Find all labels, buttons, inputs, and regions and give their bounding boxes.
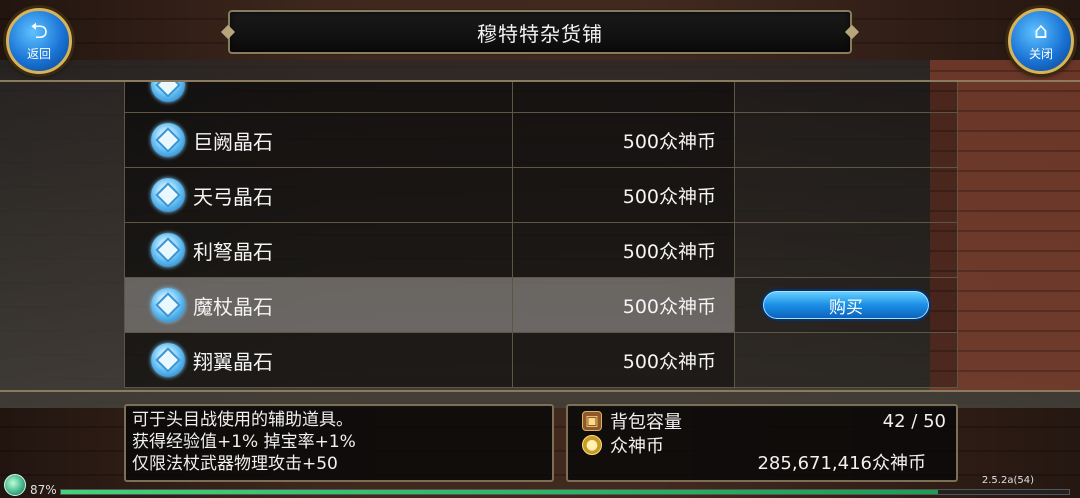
item-name: 翔翼晶石 <box>193 349 273 374</box>
item-action-cell: 购买 <box>734 278 958 332</box>
experience-bar-fill <box>61 490 938 494</box>
crystal-icon <box>151 178 185 212</box>
item-name: 利弩晶石 <box>193 239 273 264</box>
close-button[interactable]: ⌂ 关闭 <box>1008 8 1074 74</box>
item-name: 巨阙晶石 <box>193 129 273 154</box>
battery-orb-icon <box>4 474 26 496</box>
inventory-panel: ▣ 背包容量 42 / 50 ● 众神币 285,671,416众神币 <box>566 404 958 482</box>
item-name-cell: 利弩晶石 <box>124 223 512 277</box>
bag-capacity-label: 背包容量 <box>610 412 682 433</box>
bag-capacity-row: ▣ 背包容量 42 / 50 <box>582 409 946 433</box>
description-line: 可于头目战使用的辅助道具。 <box>132 410 353 430</box>
item-price-cell <box>512 82 734 112</box>
battery-percent: 87% <box>30 483 57 497</box>
item-name: 天弓晶石 <box>193 184 273 209</box>
close-button-label: 关闭 <box>1028 46 1053 61</box>
crystal-icon <box>151 288 185 322</box>
item-price: 500众神币 <box>622 185 716 208</box>
item-name-cell: 巨阙晶石 <box>124 113 512 167</box>
item-price-cell: 500众神币 <box>512 223 734 277</box>
home-icon: ⌂ <box>1034 18 1048 44</box>
item-name-cell: 魔杖晶石 <box>124 278 512 332</box>
item-action-cell <box>734 223 958 277</box>
return-arrow-icon: ⮌ <box>30 18 48 44</box>
list-item[interactable]: 巨阙晶石 500众神币 <box>124 113 958 168</box>
list-item[interactable]: 翔翼晶石 500众神币 <box>124 333 958 388</box>
coin-icon: ● <box>582 435 602 455</box>
list-item[interactable]: 利弩晶石 500众神币 <box>124 223 958 278</box>
description-line: 仅限法杖武器物理攻击+50 <box>132 454 338 474</box>
item-price-cell: 500众神币 <box>512 168 734 222</box>
version-label: 2.5.2a(54) <box>981 475 1034 486</box>
item-price-cell: 500众神币 <box>512 333 734 387</box>
experience-bar <box>60 489 1070 495</box>
item-action-cell <box>734 333 958 387</box>
item-list[interactable]: 巨阙晶石 500众神币 天弓晶石 500众神币 利弩晶石 500众神币 魔杖晶石… <box>0 80 1080 392</box>
item-name-cell: 天弓晶石 <box>124 168 512 222</box>
page-title: 穆特特杂货铺 <box>477 21 603 46</box>
item-action-cell <box>734 168 958 222</box>
back-button-label: 返回 <box>26 46 51 61</box>
currency-amount: 285,671,416众神币 <box>757 453 926 474</box>
shop-title-bar: 穆特特杂货铺 <box>228 10 852 54</box>
crystal-icon <box>151 82 185 102</box>
item-price: 500众神币 <box>622 130 716 153</box>
list-item-selected[interactable]: 魔杖晶石 500众神币 购买 <box>124 278 958 333</box>
item-action-cell <box>734 82 958 112</box>
buy-button[interactable]: 购买 <box>761 289 931 321</box>
item-list-rows: 巨阙晶石 500众神币 天弓晶石 500众神币 利弩晶石 500众神币 魔杖晶石… <box>124 82 958 388</box>
back-button[interactable]: ⮌ 返回 <box>6 8 72 74</box>
item-price: 500众神币 <box>622 295 716 318</box>
bag-capacity-value: 42 / 50 <box>882 410 946 432</box>
crystal-icon <box>151 233 185 267</box>
item-price-cell: 500众神币 <box>512 113 734 167</box>
item-price: 500众神币 <box>622 240 716 263</box>
item-name-cell <box>124 82 512 112</box>
item-price-cell: 500众神币 <box>512 278 734 332</box>
item-description-panel: 可于头目战使用的辅助道具。 获得经验值+1% 掉宝率+1% 仅限法杖武器物理攻击… <box>124 404 554 482</box>
crystal-icon <box>151 123 185 157</box>
list-item[interactable] <box>124 82 958 113</box>
list-item[interactable]: 天弓晶石 500众神币 <box>124 168 958 223</box>
crystal-icon <box>151 343 185 377</box>
item-action-cell <box>734 113 958 167</box>
item-price: 500众神币 <box>622 350 716 373</box>
backpack-icon: ▣ <box>582 411 602 431</box>
item-name: 魔杖晶石 <box>193 294 273 319</box>
item-name-cell: 翔翼晶石 <box>124 333 512 387</box>
description-line: 获得经验值+1% 掉宝率+1% <box>132 432 356 452</box>
